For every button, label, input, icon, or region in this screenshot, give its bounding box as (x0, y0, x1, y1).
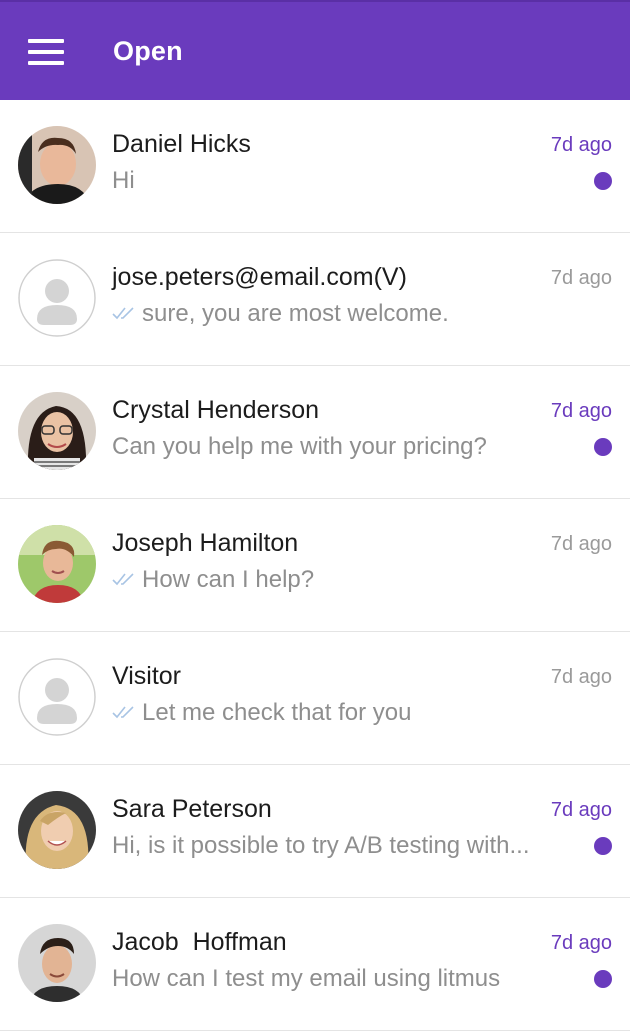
page-title: Open (113, 36, 183, 66)
timestamp: 7d ago (550, 799, 612, 821)
timestamp: 7d ago (550, 533, 612, 555)
avatar (18, 126, 96, 204)
conversation-row[interactable]: Visitor 7d ago Let me check that for you (0, 632, 630, 765)
contact-name: Visitor (112, 662, 182, 690)
timestamp: 7d ago (550, 932, 612, 954)
avatar-placeholder-icon (18, 658, 96, 736)
timestamp: 7d ago (550, 134, 612, 156)
unread-dot-icon (594, 438, 612, 456)
last-message: Let me check that for you (112, 699, 567, 727)
avatar-placeholder-icon (18, 259, 96, 337)
avatar (18, 791, 96, 869)
last-message: Hi, is it possible to try A/B testing wi… (112, 832, 530, 859)
double-check-icon (112, 307, 134, 319)
unread-dot-icon (594, 837, 612, 855)
contact-name: Jacob Hoffman (112, 928, 287, 956)
last-message: Can you help me with your pricing? (112, 433, 487, 460)
last-message: How can I test my email using litmus (112, 965, 501, 992)
conversation-row[interactable]: Sara Peterson 7d ago Hi, is it possible … (0, 765, 630, 898)
double-check-icon (112, 706, 134, 718)
contact-name: jose.peters@email.com(V) (112, 263, 407, 291)
timestamp: 7d ago (550, 267, 612, 289)
double-check-icon (112, 573, 134, 585)
unread-dot-icon (594, 172, 612, 190)
avatar (18, 924, 96, 1002)
contact-name: Daniel Hicks (112, 130, 251, 158)
contact-name: Joseph Hamilton (112, 529, 299, 557)
timestamp: 7d ago (550, 666, 612, 688)
unread-dot-icon (594, 970, 612, 988)
avatar (18, 525, 96, 603)
contact-name: Crystal Henderson (112, 396, 320, 424)
hamburger-menu-icon[interactable] (28, 39, 64, 67)
contact-name: Sara Peterson (112, 795, 272, 823)
last-message: Hi (112, 167, 135, 194)
conversation-row[interactable]: Daniel Hicks 7d ago Hi (0, 100, 630, 233)
avatar (18, 392, 96, 470)
timestamp: 7d ago (550, 400, 612, 422)
conversation-list: Daniel Hicks 7d ago Hi jose.peters@email… (0, 100, 630, 1031)
conversation-row[interactable]: Joseph Hamilton 7d ago How can I help? (0, 499, 630, 632)
conversation-row[interactable]: jose.peters@email.com(V) 7d ago sure, yo… (0, 233, 630, 366)
conversation-row[interactable]: Jacob Hoffman 7d ago How can I test my e… (0, 898, 630, 1031)
app-bar: Open (0, 0, 630, 100)
last-message: How can I help? (112, 566, 567, 594)
last-message: sure, you are most welcome. (112, 300, 567, 328)
conversation-row[interactable]: Crystal Henderson 7d ago Can you help me… (0, 366, 630, 499)
